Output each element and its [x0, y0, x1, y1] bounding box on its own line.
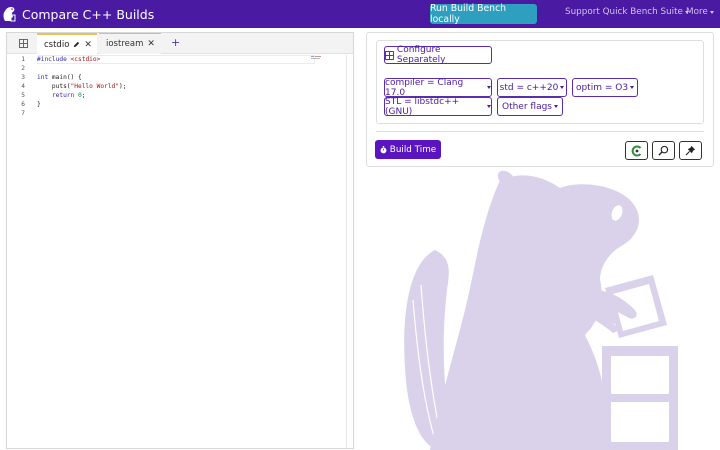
code-token: }: [37, 101, 41, 108]
line-number: 3: [21, 74, 25, 81]
search-button[interactable]: [652, 141, 675, 160]
code-line: 3 int main() {: [7, 73, 347, 82]
other-flags-dropdown[interactable]: Other flags: [497, 97, 563, 116]
stopwatch-icon: [380, 145, 387, 153]
caret-down-icon: [560, 86, 565, 89]
caret-down-icon: [487, 86, 491, 89]
code-area[interactable]: 1 #include <cstdio> 2 3 int main() { 4 p…: [7, 55, 347, 118]
code-line: 7: [7, 109, 347, 118]
stl-value: STL = libstdc++(GNU): [385, 96, 460, 117]
code-token: );: [118, 83, 127, 90]
stl-dropdown[interactable]: STL = libstdc++(GNU): [384, 96, 492, 117]
std-dropdown[interactable]: std = c++20: [497, 78, 567, 97]
brand[interactable]: Compare C++ Builds: [2, 6, 154, 22]
caret-down-icon: [554, 105, 558, 108]
optim-dropdown[interactable]: optim = O3: [572, 78, 638, 97]
tab-label: cstdio: [44, 39, 70, 50]
tab-label: iostream: [106, 39, 144, 49]
compiler-value: compiler = Clang 17.0: [385, 77, 464, 98]
compile-options-card: Configure Separately compiler = Clang 17…: [376, 40, 704, 124]
editor-pane: cstdio ✕ iostream ✕ + 1 #include <cstdio…: [6, 32, 354, 449]
std-value: std = c++20: [499, 82, 559, 93]
more-link-label: More: [686, 7, 708, 17]
run-build-bench-locally-button[interactable]: Run Build Bench locally: [430, 3, 537, 25]
pencil-icon[interactable]: [73, 41, 80, 48]
caret-down-icon: [487, 105, 491, 108]
code-line: 4 puts("Hello World");: [7, 82, 347, 91]
build-time-label: Build Time: [389, 144, 437, 155]
code-line: 2: [7, 64, 347, 73]
more-dropdown[interactable]: More: [686, 7, 714, 17]
configure-separately-button[interactable]: Configure Separately: [384, 45, 492, 65]
tab-cstdio[interactable]: cstdio ✕: [37, 33, 97, 54]
other-flags-value: Other flags: [501, 101, 552, 112]
beaver-logo-icon: [3, 7, 16, 22]
line-number: 1: [21, 56, 25, 63]
beaver-mascot-illustration: [404, 170, 678, 450]
code-token: return: [37, 92, 75, 99]
line-number: 7: [21, 110, 25, 117]
editor-tabbar: cstdio ✕ iostream ✕ +: [7, 33, 353, 54]
code-line: 5 return 0;: [7, 91, 347, 100]
pin-icon: [685, 145, 696, 156]
top-navbar: Compare C++ Builds Run Build Bench local…: [0, 0, 720, 28]
pin-button[interactable]: [679, 141, 702, 160]
line-number: 4: [21, 83, 25, 90]
app-title: Compare C++ Builds: [22, 6, 155, 22]
code-line: 6 }: [7, 100, 347, 109]
code-line: 1 #include <cstdio>: [7, 55, 347, 64]
editor-scrollbar[interactable]: [346, 55, 353, 448]
line-number: 5: [21, 92, 25, 99]
divider: [376, 131, 704, 132]
close-icon[interactable]: ✕: [84, 40, 92, 50]
layout-grid-icon[interactable]: [19, 39, 28, 48]
code-token: main() {: [48, 74, 82, 81]
split-grid-icon: [385, 50, 394, 60]
caret-down-icon: [709, 10, 714, 14]
compiler-explorer-icon: [631, 145, 641, 156]
support-link-label: Support Quick Bench Suite: [565, 7, 683, 17]
configure-separately-label: Configure Separately: [396, 45, 446, 65]
build-time-button[interactable]: Build Time: [375, 140, 441, 159]
line-number: 2: [21, 65, 25, 72]
compiler-explorer-button[interactable]: [625, 141, 648, 160]
tab-iostream[interactable]: iostream ✕: [99, 33, 161, 54]
support-dropdown[interactable]: Support Quick Bench Suite: [565, 7, 689, 17]
caret-down-icon: [630, 86, 635, 89]
add-tab-button[interactable]: +: [171, 36, 180, 49]
code-token: <cstdio>: [70, 56, 101, 63]
code-token: "Hello World": [70, 83, 119, 90]
code-token: puts(: [37, 83, 71, 90]
search-icon: [658, 145, 669, 156]
code-token: int: [37, 74, 49, 81]
config-panel: Configure Separately compiler = Clang 17…: [366, 32, 714, 167]
code-token: ;: [81, 92, 86, 99]
code-token: #include: [37, 56, 67, 63]
line-number: 6: [21, 101, 25, 108]
optim-value: optim = O3: [575, 82, 629, 93]
close-icon[interactable]: ✕: [147, 39, 155, 49]
compiler-dropdown[interactable]: compiler = Clang 17.0: [384, 77, 492, 98]
